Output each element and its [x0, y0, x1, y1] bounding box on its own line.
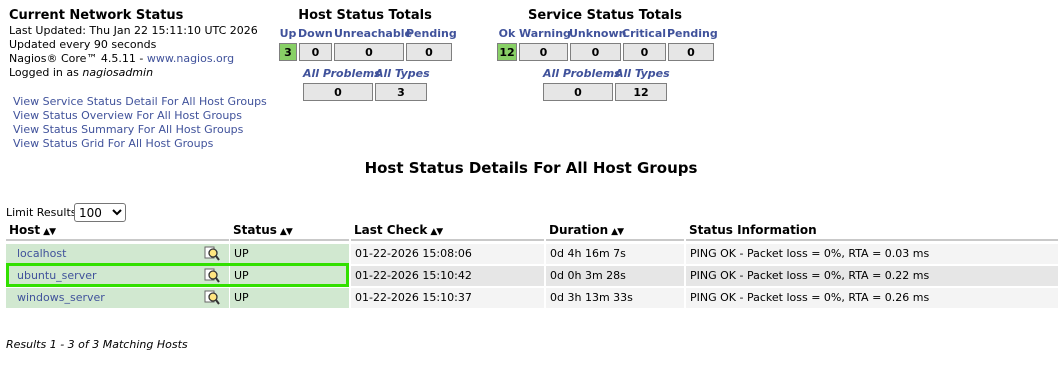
host-totals-title: Host Status Totals	[298, 8, 432, 23]
logged-in-text: Logged in as	[9, 66, 83, 79]
magnifier-icon[interactable]	[204, 290, 220, 306]
host-up-count[interactable]: 3	[279, 43, 297, 61]
status-info-cell: PING OK - Packet loss = 0%, RTA = 0.22 m…	[686, 266, 1058, 286]
host-all-types-count[interactable]: 3	[375, 83, 427, 101]
service-all-types-header[interactable]: All Types	[615, 67, 670, 80]
host-unreachable-count[interactable]: 0	[334, 43, 404, 61]
column-status: Status ▲▼	[230, 223, 349, 241]
view-links: View Service Status Detail For All Host …	[13, 95, 267, 151]
host-cell: windows_server	[6, 288, 229, 308]
selection-highlight	[6, 263, 349, 287]
page-title: Host Status Details For All Host Groups	[364, 159, 698, 177]
logged-in-line: Logged in as nagiosadmin	[9, 66, 258, 80]
last-check-cell: 01-22-2026 15:10:37	[351, 288, 544, 308]
host-unreachable-header[interactable]: Unreachable	[334, 27, 412, 40]
host-cell: localhost	[6, 244, 229, 264]
column-duration-label: Duration	[549, 223, 609, 237]
host-pending-header[interactable]: Pending	[406, 27, 457, 40]
magnifier-icon[interactable]	[204, 246, 220, 262]
column-status-information-label: Status Information	[689, 223, 817, 237]
column-status-label: Status	[233, 223, 277, 237]
service-totals-title: Service Status Totals	[528, 8, 682, 23]
status-info-cell: PING OK - Packet loss = 0%, RTA = 0.03 m…	[686, 244, 1058, 264]
sort-arrows-icon[interactable]: ▲▼	[280, 227, 293, 237]
host-all-types-header[interactable]: All Types	[375, 67, 430, 80]
service-ok-count[interactable]: 12	[497, 43, 517, 61]
status-cell: UP	[230, 288, 349, 308]
column-duration: Duration ▲▼	[546, 223, 684, 241]
update-interval: Updated every 90 seconds	[9, 38, 157, 51]
status-info-cell: PING OK - Packet loss = 0%, RTA = 0.26 m…	[686, 288, 1058, 308]
duration-cell: 0d 0h 3m 28s	[546, 266, 684, 286]
service-ok-header[interactable]: Ok	[496, 27, 518, 40]
host-up-header[interactable]: Up	[278, 27, 298, 40]
service-pending-header[interactable]: Pending	[667, 27, 718, 40]
service-warning-count[interactable]: 0	[519, 43, 568, 61]
last-check-cell: 01-22-2026 15:08:06	[351, 244, 544, 264]
service-warning-header[interactable]: Warning	[519, 27, 571, 40]
column-host-label: Host	[9, 223, 41, 237]
service-critical-header[interactable]: Critical	[622, 27, 666, 40]
sort-arrows-icon[interactable]: ▲▼	[43, 227, 56, 237]
duration-cell: 0d 4h 16m 7s	[546, 244, 684, 264]
column-status-information: Status Information	[686, 223, 1058, 241]
link-service-detail[interactable]: View Service Status Detail For All Host …	[13, 95, 267, 109]
link-status-summary[interactable]: View Status Summary For All Host Groups	[13, 123, 267, 137]
sort-arrows-icon[interactable]: ▲▼	[611, 227, 624, 237]
link-status-overview[interactable]: View Status Overview For All Host Groups	[13, 109, 267, 123]
limit-select[interactable]: 100	[74, 203, 126, 222]
service-critical-count[interactable]: 0	[623, 43, 666, 61]
link-status-grid[interactable]: View Status Grid For All Host Groups	[13, 137, 267, 151]
nagios-link[interactable]: www.nagios.org	[147, 52, 234, 65]
column-last-check-label: Last Check	[354, 223, 428, 237]
host-link[interactable]: localhost	[17, 247, 66, 260]
column-host: Host ▲▼	[6, 223, 229, 241]
service-all-problems-count[interactable]: 0	[543, 83, 613, 101]
info-title: Current Network Status	[9, 8, 184, 23]
version-line: Nagios® Core™ 4.5.11 - www.nagios.org	[9, 52, 258, 66]
host-down-count[interactable]: 0	[299, 43, 332, 61]
host-all-problems-count[interactable]: 0	[303, 83, 373, 101]
service-all-types-count[interactable]: 12	[615, 83, 667, 101]
info-box: Current Network Status Last Updated: Thu…	[9, 8, 258, 80]
service-pending-count[interactable]: 0	[668, 43, 714, 61]
sort-arrows-icon[interactable]: ▲▼	[430, 227, 443, 237]
host-link[interactable]: windows_server	[17, 291, 105, 304]
service-unknown-count[interactable]: 0	[570, 43, 621, 61]
service-all-problems-header[interactable]: All Problems	[543, 67, 621, 80]
column-last-check: Last Check ▲▼	[351, 223, 544, 241]
limit-label: Limit Results:	[6, 206, 81, 219]
host-pending-count[interactable]: 0	[406, 43, 452, 61]
username: nagiosadmin	[82, 66, 154, 79]
version-text: Nagios® Core™ 4.5.11 -	[9, 52, 147, 65]
last-updated: Last Updated: Thu Jan 22 15:11:10 UTC 20…	[9, 24, 258, 37]
results-count: Results 1 - 3 of 3 Matching Hosts	[6, 338, 188, 351]
host-down-header[interactable]: Down	[298, 27, 333, 40]
last-check-cell: 01-22-2026 15:10:42	[351, 266, 544, 286]
duration-cell: 0d 3h 13m 33s	[546, 288, 684, 308]
service-unknown-header[interactable]: Unknown	[569, 27, 626, 40]
host-all-problems-header[interactable]: All Problems	[303, 67, 381, 80]
status-cell: UP	[230, 244, 349, 264]
